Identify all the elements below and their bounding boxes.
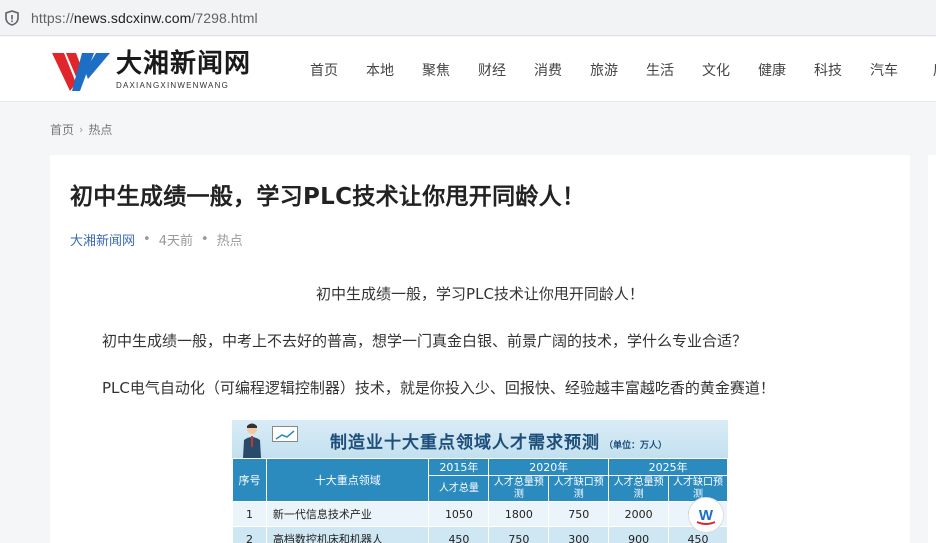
article-figure: 制造业十大重点领域人才需求预测 （单位：万人） 序号 十大重点领域 2015年 2… — [232, 420, 728, 543]
sidebar-card — [928, 155, 936, 543]
table-header: 人才总量预测 — [608, 475, 670, 502]
table-cell: 750 — [548, 501, 610, 527]
table-header: 人才总量预测 — [488, 475, 550, 502]
address-bar[interactable]: https://news.sdcxinw.com/7298.html — [0, 0, 936, 36]
nav-item-auto[interactable]: 汽车 — [856, 60, 912, 80]
nav-item-focus[interactable]: 聚焦 — [408, 60, 464, 80]
nav-item-home[interactable]: 首页 — [296, 60, 352, 80]
url-text[interactable]: https://news.sdcxinw.com/7298.html — [31, 10, 258, 26]
site-logo[interactable]: 大湘新闻网 DAXIANGXINWENWANG — [52, 49, 251, 91]
url-host: news.sdcxinw.com — [73, 9, 192, 26]
nav-item-local[interactable]: 本地 — [352, 60, 408, 80]
article-paragraph: PLC电气自动化（可编程逻辑控制器）技术，就是你投入少、回报快、经验越丰富越吃香… — [102, 379, 775, 397]
presenter-icon — [243, 423, 261, 458]
table-header: 人才总量 — [428, 475, 490, 502]
table-cell: 900 — [608, 526, 670, 543]
article-category[interactable]: 热点 — [217, 230, 243, 249]
article-meta: 大湘新闻网 • 4天前 • 热点 — [70, 230, 243, 249]
figure-header: 制造业十大重点领域人才需求预测 （单位：万人） — [232, 420, 728, 458]
figure-title: 制造业十大重点领域人才需求预测 （单位：万人） — [330, 433, 668, 453]
nav-item-culture[interactable]: 文化 — [688, 60, 744, 80]
logo-title: 大湘新闻网 — [116, 49, 252, 79]
table-header: 序号 — [232, 458, 267, 502]
chart-board-icon — [272, 426, 298, 442]
site-info-icon[interactable] — [5, 9, 19, 26]
url-path: /7298.html — [191, 9, 258, 26]
nav-item-travel[interactable]: 旅游 — [576, 60, 632, 80]
svg-text:W: W — [699, 507, 714, 524]
logo-subtitle: DAXIANGXINWENWANG — [116, 81, 229, 90]
nav-item-house[interactable]: 房 — [912, 60, 936, 80]
meta-dot: • — [200, 232, 209, 247]
table-cell: 1050 — [428, 501, 490, 527]
breadcrumb: 首页 › 热点 — [50, 121, 112, 138]
logo-mark-icon — [52, 53, 110, 91]
chevron-right-icon: › — [79, 123, 84, 136]
site-header: 大湘新闻网 DAXIANGXINWENWANG 首页 本地 聚焦 财经 消费 旅… — [0, 37, 936, 102]
table-cell: 1800 — [488, 501, 550, 527]
nav-item-tech[interactable]: 科技 — [800, 60, 856, 80]
table-cell: 2 — [232, 526, 267, 543]
watermark-logo-icon: W — [688, 497, 724, 533]
nav-item-life[interactable]: 生活 — [632, 60, 688, 80]
article-lead: 初中生成绩一般，学习PLC技术让你甩开同龄人！ — [316, 285, 644, 303]
breadcrumb-current[interactable]: 热点 — [88, 121, 112, 138]
main-nav: 首页 本地 聚焦 财经 消费 旅游 生活 文化 健康 科技 汽车 房 — [296, 37, 936, 102]
table-row: 2 高档数控机床和机器人 450 750 300 900 450 — [232, 526, 728, 543]
url-prefix: https:// — [31, 9, 74, 26]
table-cell: 450 — [428, 526, 490, 543]
table-cell: 300 — [548, 526, 610, 543]
nav-item-health[interactable]: 健康 — [744, 60, 800, 80]
article-paragraph: 初中生成绩一般，中考上不去好的普高，想学一门真金白银、前景广阔的技术，学什么专业… — [102, 332, 748, 350]
table-header: 2025年 — [608, 458, 728, 476]
table-header: 2015年 — [428, 458, 490, 476]
table-cell: 1 — [232, 501, 267, 527]
table-header: 2020年 — [488, 458, 610, 476]
table-cell: 新一代信息技术产业 — [265, 501, 430, 527]
table-cell: 750 — [488, 526, 550, 543]
article-title: 初中生成绩一般，学习PLC技术让你甩开同龄人！ — [70, 184, 586, 210]
article-author[interactable]: 大湘新闻网 — [70, 230, 135, 249]
table-cell: 2000 — [608, 501, 670, 527]
table-cell: 高档数控机床和机器人 — [265, 526, 430, 543]
breadcrumb-home[interactable]: 首页 — [50, 121, 74, 138]
figure-unit: （单位：万人） — [604, 441, 668, 451]
table-header: 人才缺口预测 — [548, 475, 610, 502]
nav-item-finance[interactable]: 财经 — [464, 60, 520, 80]
article-card: 初中生成绩一般，学习PLC技术让你甩开同龄人！ 大湘新闻网 • 4天前 • 热点… — [50, 155, 910, 543]
nav-item-consumer[interactable]: 消费 — [520, 60, 576, 80]
meta-dot: • — [143, 232, 151, 247]
table-header: 十大重点领域 — [265, 458, 430, 502]
article-time: 4天前 — [158, 234, 193, 249]
table-row: 1 新一代信息技术产业 1050 1800 750 2000 950 — [232, 501, 728, 527]
talent-table: 序号 十大重点领域 2015年 2020年 2025年 人才总量 人才总量预测 … — [232, 458, 728, 543]
